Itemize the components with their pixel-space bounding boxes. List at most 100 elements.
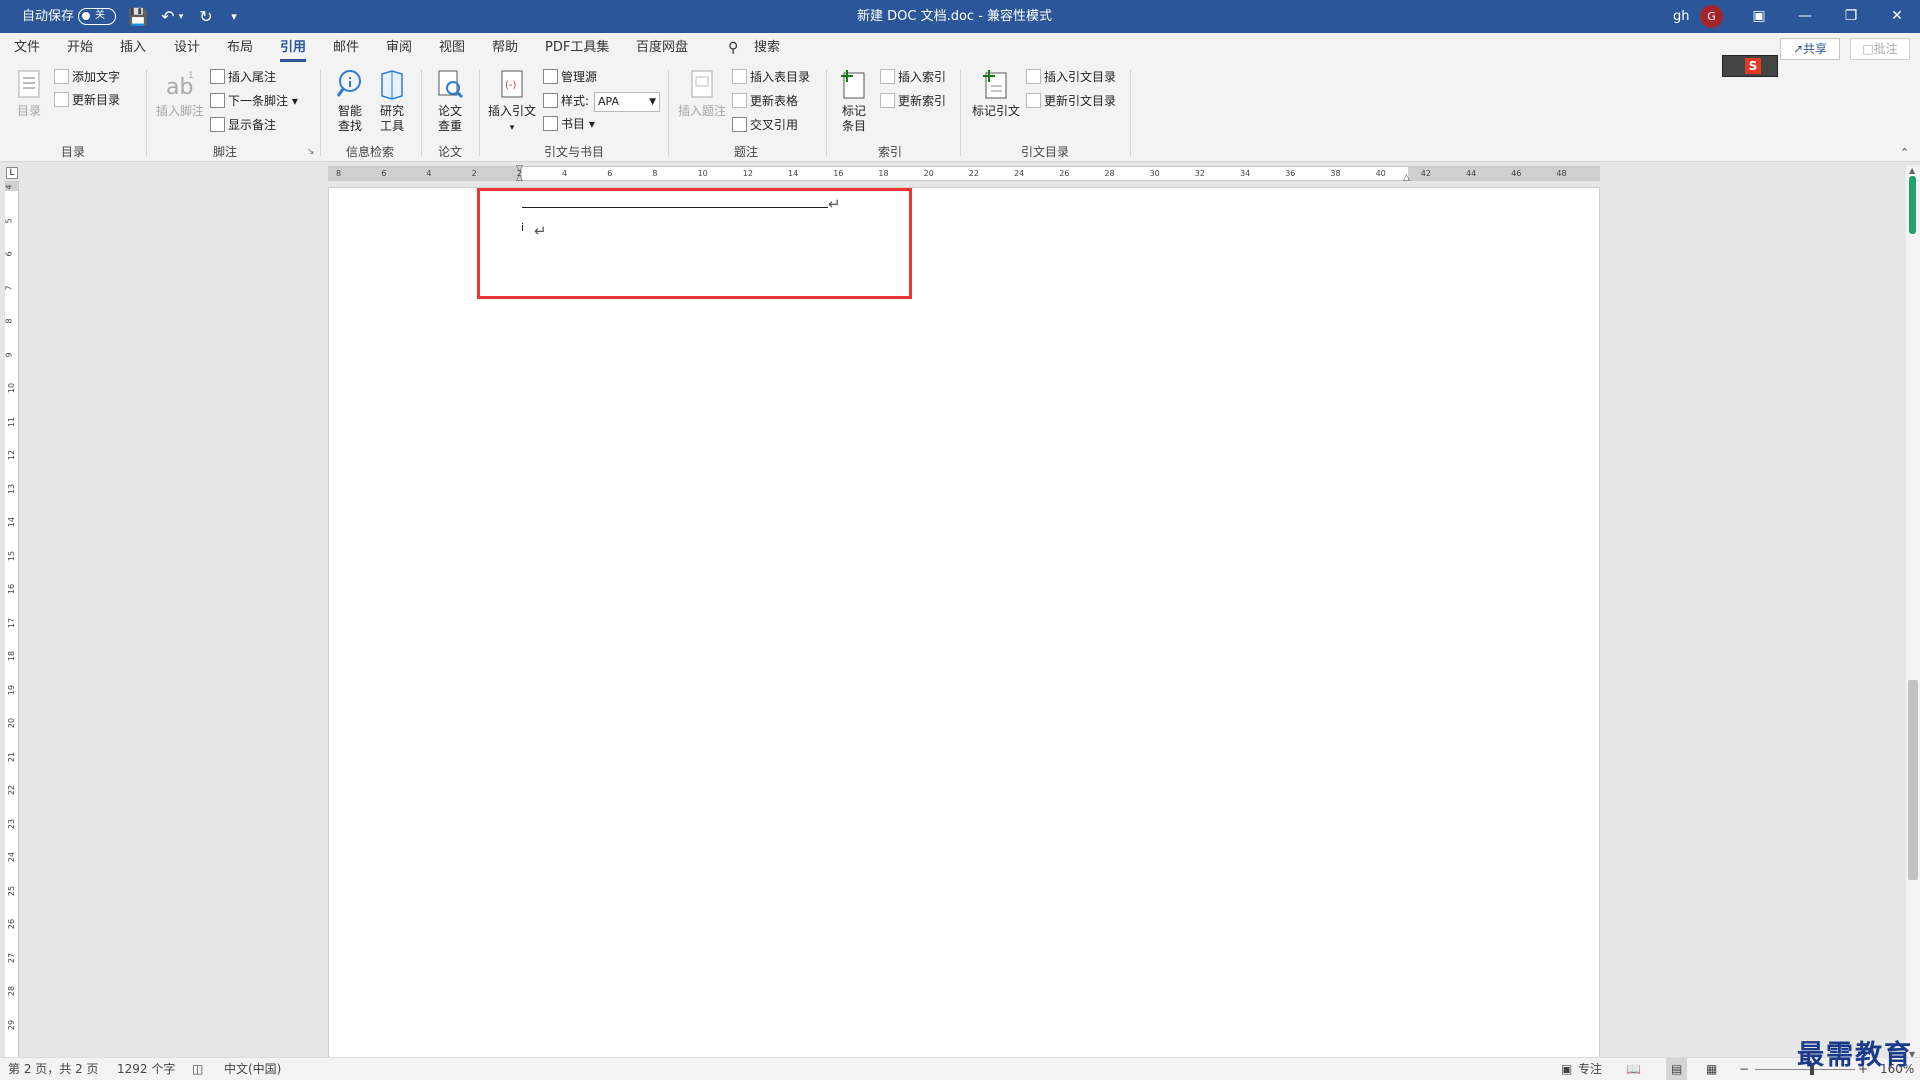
avatar[interactable]: G: [1700, 5, 1723, 28]
update-index-button[interactable]: 更新索引: [880, 92, 946, 110]
ruler-number: 12: [7, 449, 17, 461]
citation-style-dropdown[interactable]: APA ▼: [594, 92, 660, 112]
ruler-number: 22: [7, 784, 17, 796]
tab-home[interactable]: 开始: [67, 33, 93, 64]
cross-reference-button[interactable]: 交叉引用: [732, 116, 798, 134]
update-authorities-icon: [1026, 93, 1041, 108]
ruler-number: 6: [607, 169, 613, 178]
group-label-toc: 目录: [60, 145, 85, 159]
document-page[interactable]: [328, 187, 1600, 1057]
endnote-icon: [210, 69, 225, 84]
insert-caption-button[interactable]: 插入题注: [676, 68, 728, 119]
insert-endnote-button[interactable]: 插入尾注: [210, 68, 276, 86]
tab-help[interactable]: 帮助: [492, 33, 518, 64]
autosave-toggle[interactable]: 关: [78, 8, 116, 25]
style-value: APA: [598, 95, 619, 108]
word-count[interactable]: 1292 个字: [117, 1058, 175, 1080]
insert-citation-button[interactable]: (-) 插入引文 ▾: [487, 68, 537, 136]
show-notes-button[interactable]: 显示备注: [210, 116, 276, 134]
update-table-of-authorities-button[interactable]: 更新引文目录: [1026, 92, 1116, 110]
status-bar: 第 2 页，共 2 页 1292 个字 ◫ 中文(中国) ▣ 专注 📖 ▤ ▦ …: [0, 1057, 1920, 1080]
scroll-thumb[interactable]: [1908, 680, 1918, 880]
insert-index-button[interactable]: 插入索引: [880, 68, 946, 86]
update-table-button[interactable]: 更新表格: [732, 92, 798, 110]
scroll-up-icon[interactable]: ▲: [1909, 166, 1915, 175]
undo-icon[interactable]: ↶: [158, 7, 178, 27]
focus-icon[interactable]: ▣: [1561, 1058, 1572, 1080]
smart-lookup-label: 智能 查找: [337, 104, 362, 133]
plagiarism-check-button[interactable]: 论文 查重: [430, 68, 470, 134]
language[interactable]: 中文(中国): [224, 1058, 281, 1080]
ribbon: 目录 添加文字 更新目录 目录 ab 1 插入脚注 插入尾注 下一条脚注 ▾ 显示…: [0, 64, 1920, 162]
next-footnote-button[interactable]: 下一条脚注 ▾: [210, 92, 298, 110]
restore-icon[interactable]: ❐: [1828, 0, 1874, 33]
table-of-figures-icon: [732, 69, 747, 84]
toc-button[interactable]: 目录: [12, 68, 46, 119]
ribbon-display-icon[interactable]: ▣: [1736, 0, 1782, 33]
focus-label[interactable]: 专注: [1578, 1058, 1602, 1080]
tab-design[interactable]: 设计: [174, 33, 200, 64]
mark-citation-icon: [983, 70, 1007, 99]
ruler-number: 2: [471, 169, 477, 178]
tab-selector[interactable]: L: [6, 167, 18, 179]
proofing-icon[interactable]: ◫: [192, 1058, 203, 1080]
minimize-icon[interactable]: —: [1782, 0, 1828, 33]
ruler-number: 46: [1511, 169, 1522, 178]
highlight-box: [477, 188, 912, 299]
insert-footnote-button[interactable]: ab 1 插入脚注: [155, 68, 205, 119]
page-count[interactable]: 第 2 页，共 2 页: [8, 1058, 99, 1080]
search-box[interactable]: 搜索: [754, 33, 780, 64]
smart-lookup-button[interactable]: 智能 查找: [330, 68, 370, 134]
horizontal-ruler[interactable]: ▽ △ △ 8 6 4 2 2 4 6 8 10 12 14 16 18 20 22 24 26 28 30 32 34…: [328, 164, 1600, 183]
research-tools-button[interactable]: 研究 工具: [372, 68, 412, 134]
sogou-side-bar: [1909, 176, 1916, 234]
ruler-number: 6: [381, 169, 387, 178]
tab-references[interactable]: 引用: [280, 33, 307, 64]
comments-button[interactable]: □批注: [1850, 38, 1910, 60]
insert-table-of-figures-button[interactable]: 插入表目录: [732, 68, 810, 86]
zoom-out-icon[interactable]: −: [1739, 1058, 1749, 1080]
ruler-number: 2: [516, 169, 522, 178]
right-indent-icon[interactable]: △: [1403, 173, 1410, 183]
show-notes-label: 显示备注: [228, 118, 277, 132]
next-footnote-icon: [210, 93, 225, 108]
close-icon[interactable]: ✕: [1874, 0, 1920, 33]
vertical-scrollbar[interactable]: ▲ ▼: [1906, 166, 1920, 1061]
tab-mailings[interactable]: 邮件: [333, 33, 359, 64]
undo-dropdown-icon[interactable]: ▾: [176, 7, 186, 27]
tab-layout[interactable]: 布局: [227, 33, 253, 64]
add-text-button[interactable]: 添加文字: [54, 68, 120, 86]
update-toc-button[interactable]: 更新目录: [54, 91, 120, 109]
tab-review[interactable]: 审阅: [386, 33, 412, 64]
ruler-number: 24: [1014, 169, 1025, 178]
bibliography-button[interactable]: 书目 ▾: [543, 115, 595, 133]
ruler-number: 28: [7, 985, 17, 997]
read-mode-icon[interactable]: 📖: [1626, 1058, 1641, 1080]
redo-icon[interactable]: ↻: [196, 7, 216, 27]
vertical-ruler[interactable]: 4 5 6 7 8 9 10 11 12 13 14 15 16 17 18 19 20 21 22 23 24 25 26…: [5, 181, 19, 1061]
tab-view[interactable]: 视图: [439, 33, 465, 64]
mark-citation-button[interactable]: 标记引文: [968, 68, 1024, 119]
mark-entry-button[interactable]: 标记 条目: [834, 68, 874, 134]
tab-baidu-netdisk[interactable]: 百度网盘: [636, 33, 688, 64]
manage-sources-button[interactable]: 管理源: [543, 68, 597, 86]
customize-toolbar-icon[interactable]: ▾: [224, 7, 244, 27]
user-name[interactable]: gh: [1673, 0, 1690, 33]
ruler-number: 26: [7, 918, 17, 930]
update-toc-icon: [54, 92, 69, 107]
ruler-number: 12: [742, 169, 753, 178]
insert-authorities-label: 插入引文目录: [1044, 70, 1117, 84]
search-icon[interactable]: ⚲: [728, 33, 738, 64]
save-icon[interactable]: 💾: [128, 7, 148, 27]
print-layout-icon[interactable]: ▤: [1666, 1058, 1688, 1080]
insert-table-of-authorities-button[interactable]: 插入引文目录: [1026, 68, 1116, 86]
sogou-ime-toolbar[interactable]: S: [1722, 55, 1778, 77]
tab-insert[interactable]: 插入: [120, 33, 146, 64]
tab-file[interactable]: 文件: [14, 33, 40, 64]
ruler-number: 36: [1285, 169, 1296, 178]
share-button[interactable]: ↗共享: [1780, 38, 1840, 60]
web-layout-icon[interactable]: ▦: [1706, 1058, 1717, 1080]
dialog-launcher-icon[interactable]: ↘: [307, 147, 315, 157]
tab-pdf-tools[interactable]: PDF工具集: [545, 33, 609, 64]
collapse-ribbon-icon[interactable]: ⌃: [1900, 146, 1909, 159]
